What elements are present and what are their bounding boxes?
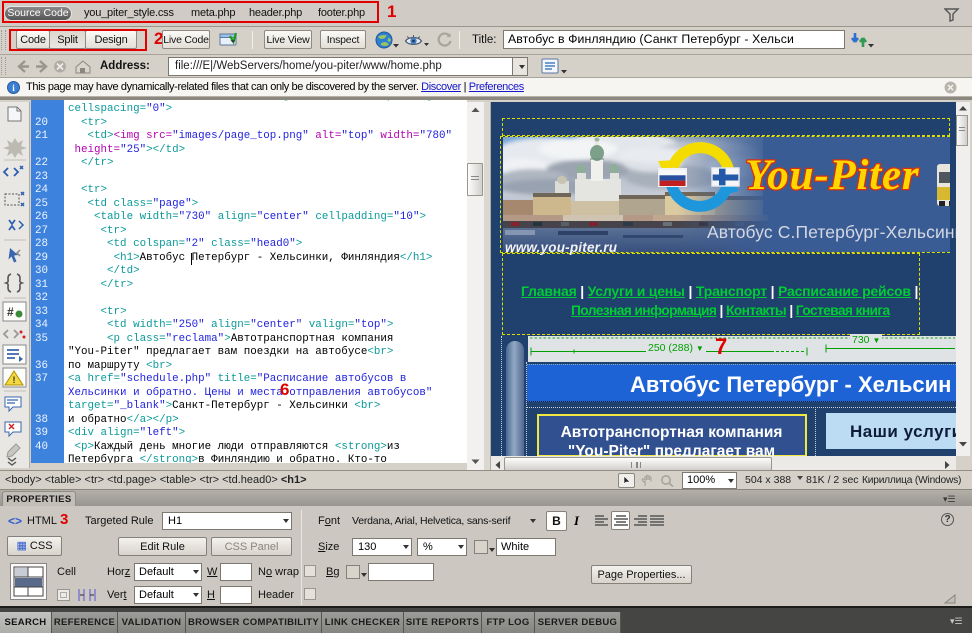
svg-text:!: !	[13, 375, 16, 385]
svg-text:#: #	[7, 305, 14, 319]
svg-text:You-Piter: You-Piter	[745, 152, 920, 199]
